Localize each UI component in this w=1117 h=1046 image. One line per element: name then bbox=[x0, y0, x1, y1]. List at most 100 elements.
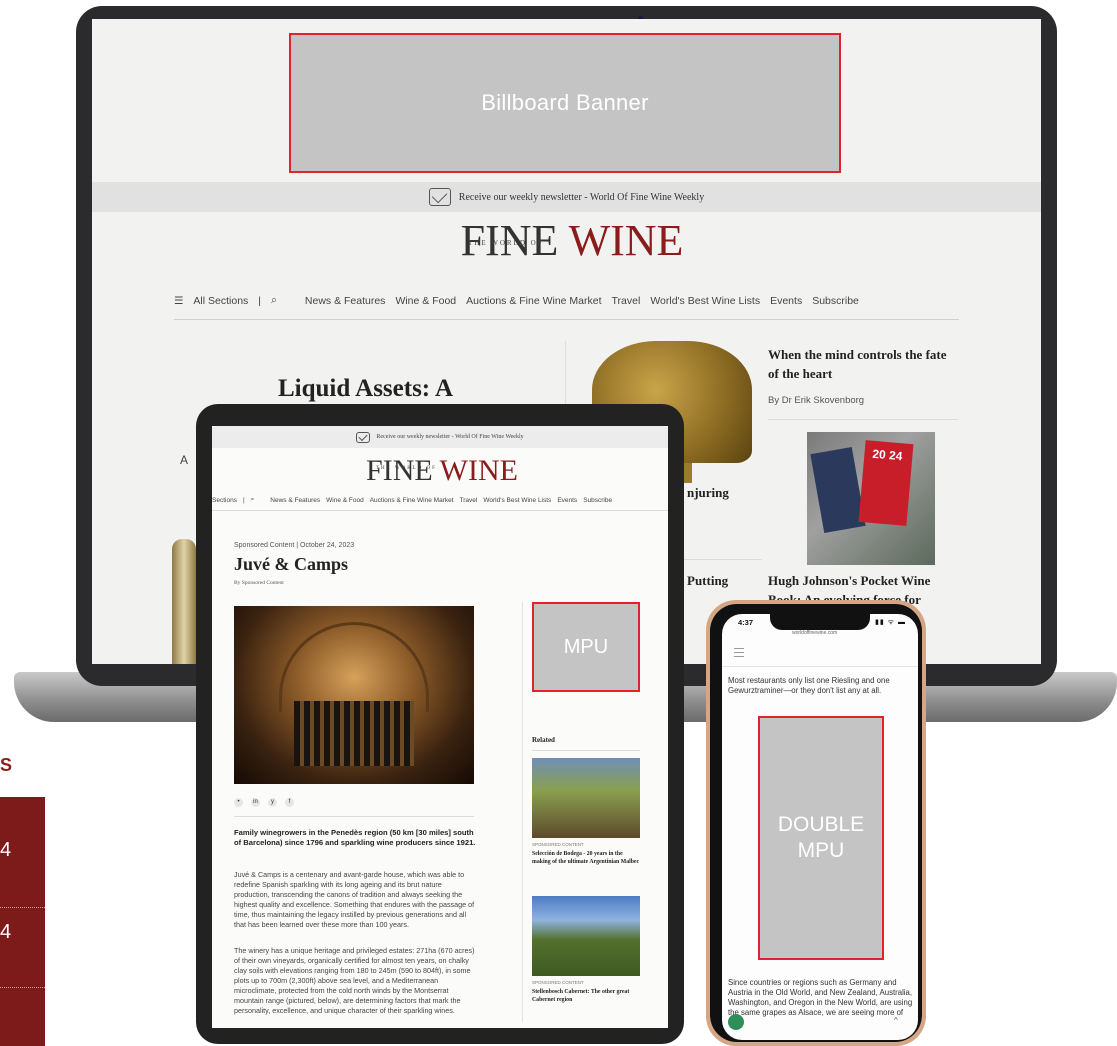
phone-screen: 4:37 ▮▮ ᯤ ▬ worldoffinewine.com Most res… bbox=[722, 614, 918, 1040]
wine-cellar-image[interactable] bbox=[234, 606, 474, 784]
divider bbox=[522, 602, 523, 1022]
tablet-screen: Receive our weekly newsletter - World Of… bbox=[212, 426, 668, 1028]
search-icon[interactable]: ⌕ bbox=[271, 294, 277, 307]
menu-icon[interactable]: ☰ bbox=[174, 295, 183, 307]
champagne-bottle-image[interactable] bbox=[172, 539, 196, 664]
site-logo[interactable]: THE WORLD OF FINE WINE bbox=[342, 456, 542, 486]
newsletter-bar[interactable]: Receive our weekly newsletter - World Of… bbox=[212, 426, 668, 448]
cellar-arch bbox=[279, 622, 429, 712]
divider bbox=[768, 419, 958, 420]
nav-separator: | bbox=[242, 496, 245, 504]
status-icons: ▮▮ ᯤ ▬ bbox=[875, 619, 906, 626]
related-heading: Related bbox=[532, 736, 555, 744]
share-email-icon[interactable]: • bbox=[234, 798, 243, 807]
nav-item[interactable]: World's Best Wine Lists bbox=[483, 497, 551, 504]
nav-item[interactable]: News & Features bbox=[270, 497, 320, 504]
nav-item[interactable]: Auctions & Fine Wine Market bbox=[370, 497, 454, 504]
nav-all-sections[interactable]: All Sections bbox=[193, 295, 248, 307]
hamburger-menu-icon[interactable] bbox=[734, 648, 744, 660]
nav-item[interactable]: Events bbox=[770, 295, 802, 307]
envelope-icon bbox=[356, 431, 371, 443]
related-image-vineyard-worker[interactable] bbox=[532, 758, 640, 838]
cellar-gate bbox=[294, 701, 414, 766]
phone-notch bbox=[770, 614, 870, 630]
side-value-2: 4 bbox=[0, 921, 12, 943]
site-logo[interactable]: THE WORLD OF FINE WINE bbox=[422, 219, 722, 263]
related-link[interactable]: Stellenbosch Cabernet: The other great C… bbox=[532, 988, 642, 1004]
divider bbox=[0, 987, 45, 988]
book-cover bbox=[810, 446, 866, 534]
divider bbox=[532, 750, 640, 751]
tablet-device: Receive our weekly newsletter - World Of… bbox=[196, 404, 684, 1044]
article-meta: Sponsored Content | October 24, 2023 bbox=[234, 542, 355, 549]
nav-item[interactable]: Events bbox=[557, 497, 577, 504]
article-headline[interactable]: Liquid Assets: A bbox=[278, 375, 453, 403]
divider bbox=[672, 559, 762, 560]
article-paragraph: Most restaurants only list one Riesling … bbox=[728, 676, 890, 695]
nav-all-sections[interactable]: Sections bbox=[212, 497, 237, 504]
newsletter-text: Receive our weekly newsletter - World Of… bbox=[376, 434, 524, 440]
billboard-banner-ad[interactable]: Billboard Banner bbox=[289, 33, 841, 173]
nav-separator: | bbox=[258, 294, 262, 307]
article-intro: A bbox=[180, 453, 189, 467]
nav-item[interactable]: Wine & Food bbox=[395, 295, 456, 307]
article-link[interactable]: Putting bbox=[687, 573, 728, 589]
chevron-up-icon[interactable]: ^ bbox=[894, 1016, 898, 1025]
article-paragraph: Juvé & Camps is a centenary and avant-ga… bbox=[234, 870, 475, 929]
related-image-stellenbosch[interactable] bbox=[532, 896, 640, 976]
sponsored-label: SPONSORED CONTENT bbox=[532, 842, 584, 847]
logo-small-text: THE WORLD OF bbox=[376, 466, 437, 471]
double-mpu-label: DOUBLE MPU bbox=[777, 813, 865, 862]
pocket-wine-book-image[interactable]: 20 24 bbox=[807, 432, 935, 565]
logo-wine: WINE bbox=[439, 454, 518, 487]
billboard-label: Billboard Banner bbox=[481, 90, 649, 115]
main-nav: Sections | ⌕ News & Features Wine & Food… bbox=[212, 496, 612, 504]
chat-badge-icon[interactable] bbox=[728, 1014, 744, 1030]
article-byline: By Sponsored Content bbox=[234, 580, 284, 586]
mpu-label: MPU bbox=[563, 635, 609, 658]
nav-item[interactable]: Travel bbox=[460, 497, 478, 504]
nav-item[interactable]: World's Best Wine Lists bbox=[650, 295, 760, 307]
related-link[interactable]: Selección de Bodega - 20 years in the ma… bbox=[532, 850, 642, 866]
article-lead: Family winegrowers in the Penedès region… bbox=[234, 828, 476, 847]
article-paragraph: Since countries or regions such as Germa… bbox=[728, 978, 913, 1017]
logo-small-text: THE WORLD OF bbox=[468, 239, 544, 247]
divider bbox=[174, 319, 959, 320]
nav-item[interactable]: Subscribe bbox=[583, 497, 612, 504]
logo-wine: WINE bbox=[568, 216, 684, 265]
linkedin-icon[interactable]: in bbox=[251, 798, 260, 807]
phone-device: 4:37 ▮▮ ᯤ ▬ worldoffinewine.com Most res… bbox=[706, 600, 926, 1046]
mpu-ad[interactable]: MPU bbox=[532, 602, 640, 692]
divider bbox=[212, 510, 668, 511]
nav-item[interactable]: Wine & Food bbox=[326, 497, 364, 504]
article-link[interactable]: njuring bbox=[687, 485, 729, 501]
article-title: Juvé & Camps bbox=[234, 554, 349, 574]
sponsored-label: SPONSORED CONTENT bbox=[532, 980, 584, 985]
side-value-1: 4 bbox=[0, 839, 12, 861]
envelope-icon bbox=[428, 188, 451, 206]
nav-item[interactable]: News & Features bbox=[305, 295, 386, 307]
article-link[interactable]: When the mind controls the fate of the h… bbox=[768, 345, 958, 383]
double-mpu-ad[interactable]: DOUBLE MPU bbox=[758, 716, 884, 960]
phone-bezel: 4:37 ▮▮ ᯤ ▬ worldoffinewine.com Most res… bbox=[710, 604, 922, 1042]
status-time: 4:37 bbox=[738, 618, 754, 627]
article-paragraph: The winery has a unique heritage and pri… bbox=[234, 946, 475, 1015]
share-bar: • in y f bbox=[234, 798, 294, 807]
nav-item[interactable]: Travel bbox=[612, 295, 641, 307]
newsletter-bar[interactable]: Receive our weekly newsletter - World Of… bbox=[92, 182, 1041, 212]
divider bbox=[0, 907, 45, 908]
nav-item[interactable]: Subscribe bbox=[812, 295, 859, 307]
twitter-icon[interactable]: y bbox=[268, 798, 277, 807]
main-nav: ☰ All Sections | ⌕ News & Features Wine … bbox=[174, 294, 859, 307]
side-panel: 4 4 bbox=[0, 797, 45, 1046]
article-byline: By Dr Erik Skovenborg bbox=[768, 395, 865, 406]
side-heading: S bbox=[0, 755, 13, 775]
newsletter-text: Receive our weekly newsletter - World Of… bbox=[458, 191, 705, 203]
url-bar[interactable]: worldoffinewine.com bbox=[792, 630, 837, 636]
book-year: 20 24 bbox=[871, 446, 904, 464]
facebook-icon[interactable]: f bbox=[285, 798, 294, 807]
divider bbox=[234, 816, 474, 817]
nav-item[interactable]: Auctions & Fine Wine Market bbox=[466, 295, 601, 307]
book-cover: 20 24 bbox=[858, 440, 914, 526]
search-icon[interactable]: ⌕ bbox=[251, 496, 255, 504]
